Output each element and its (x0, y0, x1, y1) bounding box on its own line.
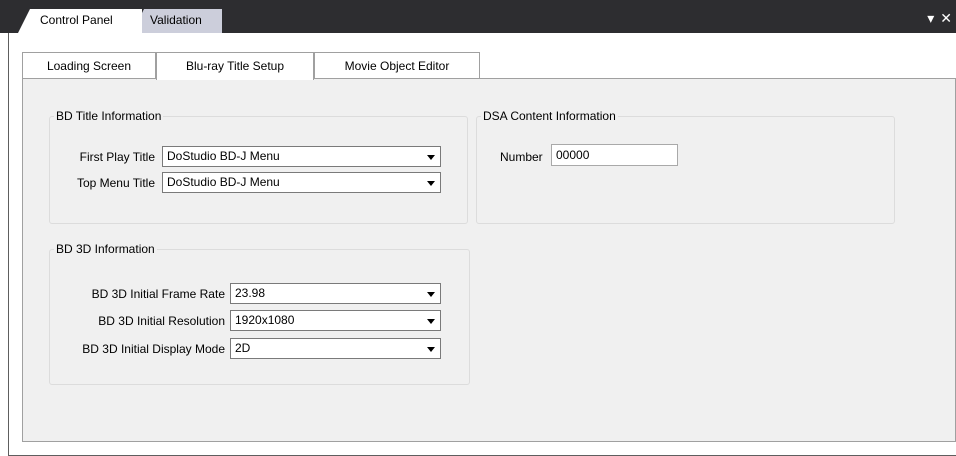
tab-validation-label: Validation (150, 13, 202, 27)
frame-rate-label: BD 3D Initial Frame Rate (91, 287, 225, 301)
bd-3d-information-group: BD 3D Information BD 3D Initial Frame Ra… (49, 242, 470, 385)
first-play-title-value: DoStudio BD-J Menu (167, 149, 280, 163)
chevron-down-icon[interactable]: ▾ (927, 10, 934, 26)
chevron-down-icon (427, 347, 435, 352)
number-label: Number (500, 150, 543, 164)
group-title: BD Title Information (54, 109, 164, 123)
chevron-down-icon (427, 181, 435, 186)
tab-strip: Loading Screen Blu-ray Title Setup Movie… (22, 52, 956, 80)
display-mode-value: 2D (235, 341, 251, 355)
tab-loading-screen-label: Loading Screen (46, 59, 132, 73)
chevron-down-icon (427, 292, 435, 297)
group-title: DSA Content Information (481, 109, 618, 123)
frame-rate-select[interactable]: 23.98 (230, 283, 441, 304)
tab-movie-object-editor[interactable]: Movie Object Editor (314, 52, 480, 79)
tab-control: Loading Screen Blu-ray Title Setup Movie… (22, 52, 956, 442)
bd-title-information-group: BD Title Information First Play Title Do… (49, 109, 468, 224)
resolution-select[interactable]: 1920x1080 (230, 310, 441, 331)
top-menu-title-value: DoStudio BD-J Menu (167, 175, 280, 189)
first-play-title-label: First Play Title (79, 150, 155, 164)
resolution-value: 1920x1080 (235, 313, 295, 327)
tool-window-titlebar: Validation Control Panel ▾ ✕ (0, 0, 956, 33)
tab-blu-ray-title-setup[interactable]: Blu-ray Title Setup (156, 52, 314, 80)
tab-validation[interactable]: Validation (132, 9, 222, 33)
display-mode-label: BD 3D Initial Display Mode (82, 342, 225, 356)
resolution-label: BD 3D Initial Resolution (98, 314, 225, 328)
close-icon[interactable]: ✕ (940, 10, 952, 26)
top-menu-title-select[interactable]: DoStudio BD-J Menu (162, 172, 441, 193)
blu-ray-title-setup-page: BD Title Information First Play Title Do… (22, 78, 956, 442)
number-field[interactable]: 00000 (551, 144, 678, 166)
group-title: BD 3D Information (54, 242, 157, 256)
frame-rate-value: 23.98 (235, 286, 266, 300)
display-mode-select[interactable]: 2D (230, 338, 441, 359)
chevron-down-icon (427, 319, 435, 324)
tab-movie-object-editor-label: Movie Object Editor (344, 59, 450, 73)
tab-blu-ray-title-setup-label: Blu-ray Title Setup (185, 59, 285, 73)
tab-loading-screen[interactable]: Loading Screen (22, 52, 156, 79)
dsa-content-information-group: DSA Content Information Number 00000 (476, 109, 895, 224)
tab-control-panel[interactable]: Control Panel (18, 9, 142, 33)
number-value: 00000 (556, 148, 590, 162)
tab-control-panel-label: Control Panel (40, 13, 113, 27)
top-menu-title-label: Top Menu Title (76, 176, 155, 190)
chevron-down-icon (427, 155, 435, 160)
first-play-title-select[interactable]: DoStudio BD-J Menu (162, 146, 441, 167)
